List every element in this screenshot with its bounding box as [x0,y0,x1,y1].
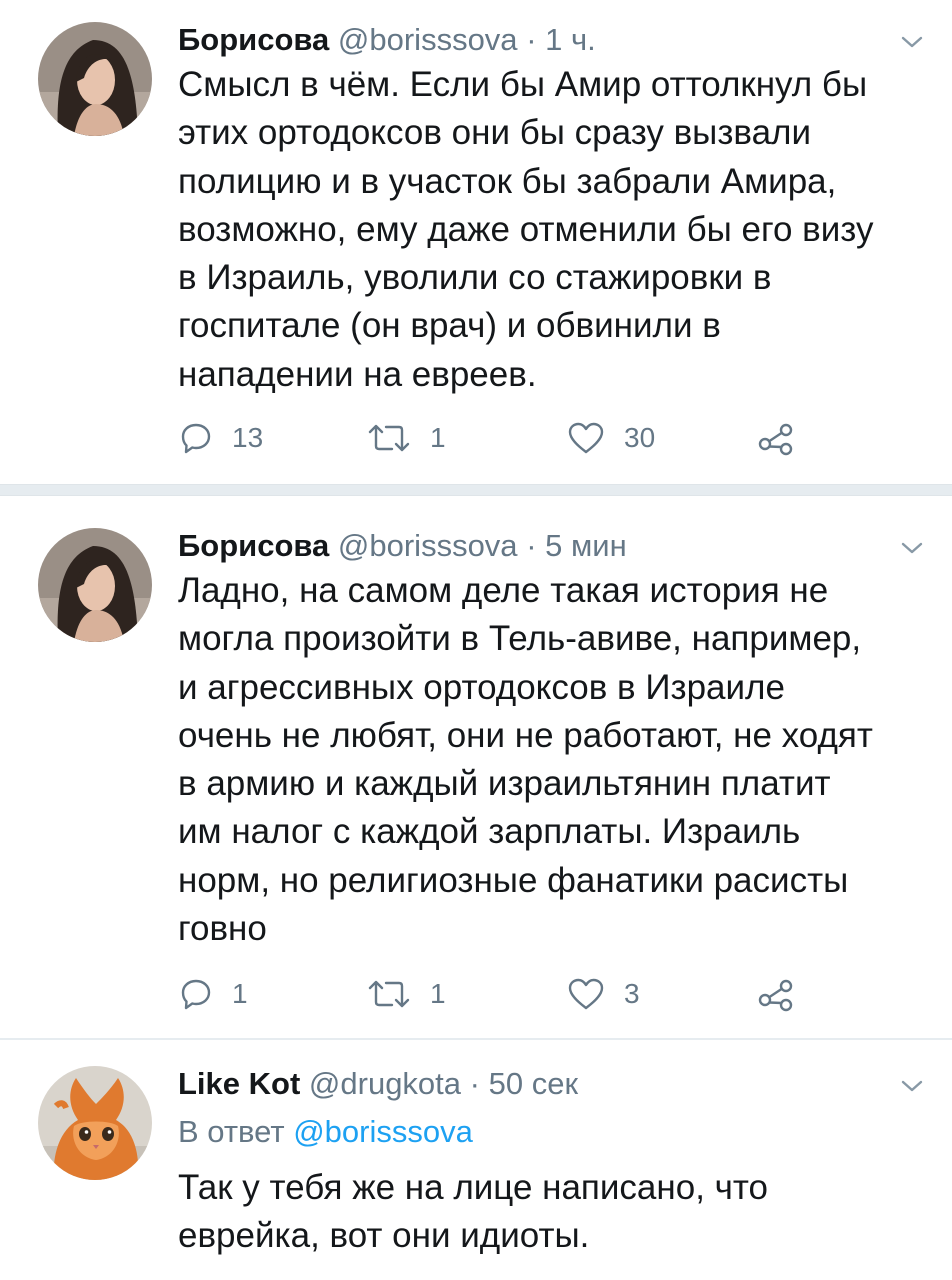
reply-prefix: В ответ [178,1114,285,1149]
separator-dot: · [469,1066,480,1101]
share-button[interactable] [756,974,796,1014]
tweet-text-line: полицию и в участок бы забрали Амира, [178,161,837,201]
separator-dot: · [526,528,537,563]
avatar[interactable] [38,528,152,642]
tweet[interactable]: Борисова @borisssova · 1 ч. Смысл в чём.… [0,0,952,484]
tweet-text: Ладно, на самом деле такая история не мо… [178,567,928,953]
like-count: 30 [624,422,656,453]
like-button[interactable]: 30 [566,418,655,458]
tweet-text-line: этих ортодоксов они бы сразу вызвали [178,113,812,153]
tweet-header: Борисова @borisssova · 5 мин [178,526,627,566]
heart-icon [568,978,604,1010]
reply-button[interactable]: 1 [178,974,248,1014]
tweet-text-line: говно [178,909,267,949]
timestamp[interactable]: 5 мин [545,528,627,563]
display-name[interactable]: Борисова [178,22,329,57]
user-handle[interactable]: @drugkota [309,1066,461,1101]
tweet-text: Смысл в чём. Если бы Амир оттолкнул бы э… [178,61,928,399]
tweet-text-line: и агрессивных ортодоксов в Израиле [178,667,785,707]
retweet-icon [368,980,410,1008]
tweet-text-line: им налог с каждой зарплаты. Израиль [178,812,801,852]
retweet-count: 1 [430,422,446,453]
display-name[interactable]: Like Kot [178,1066,300,1101]
like-button[interactable]: 3 [566,974,640,1014]
user-handle[interactable]: @borisssova [338,528,518,563]
retweet-icon [368,424,410,452]
tweet-actions: 13 1 30 [178,418,878,458]
user-handle[interactable]: @borisssova [338,22,518,57]
tweet-text-line: еврейка, вот они идиоты. [178,1216,590,1256]
chevron-down-icon[interactable] [898,32,926,52]
avatar[interactable] [38,1066,152,1180]
tweet-text: Так у тебя же на лице написано, что евре… [178,1164,928,1261]
tweet-text-line: Ладно, на самом деле такая история не [178,571,829,610]
retweet-button[interactable]: 1 [366,974,446,1014]
tweet-text-line: могла произойти в Тель-авиве, например, [178,619,862,659]
avatar[interactable] [38,22,152,136]
tweet-text-line: Так у тебя же на лице написано, что [178,1168,768,1207]
tweet[interactable]: Борисова @borisssova · 5 мин Ладно, на с… [0,496,952,1038]
tweet-text-line: нападении на евреев. [178,354,537,394]
tweet-text-line: в армию и каждый израильтянин платит [178,764,831,804]
share-button[interactable] [756,418,796,458]
tweet-text-line: возможно, ему даже отменили бы его визу [178,209,874,249]
tweet-text-line: госпитале (он врач) и обвинили в [178,306,721,346]
chevron-down-icon[interactable] [898,1076,926,1096]
timestamp[interactable]: 1 ч. [545,22,596,57]
tweet-header: Борисова @borisssova · 1 ч. [178,20,596,60]
heart-icon [568,422,604,454]
reply-to-handle[interactable]: @borisssova [293,1114,473,1149]
tweet-text-line: Смысл в чём. Если бы Амир оттолкнул бы [178,65,868,104]
reply-icon [181,979,211,1010]
separator-dot: · [526,22,537,57]
reply-count: 1 [232,978,248,1009]
tweet-text-line: в Израиль, уволили со стажировки в [178,258,772,298]
tweet-header: Like Kot @drugkota · 50 сек [178,1064,578,1104]
retweet-button[interactable]: 1 [366,418,446,458]
tweet-text-line: норм, но религиозные фанатики расисты [178,860,849,900]
section-separator [0,484,952,496]
share-icon [758,423,793,456]
tweet-text-line: очень не любят, они не работают, не ходя… [178,715,873,755]
tweet-actions: 1 1 3 [178,974,878,1014]
chevron-down-icon[interactable] [898,538,926,558]
share-icon [758,979,793,1012]
display-name[interactable]: Борисова [178,528,329,563]
like-count: 3 [624,978,640,1009]
tweet[interactable]: Like Kot @drugkota · 50 сек В ответ @bor… [0,1040,952,1280]
reply-button[interactable]: 13 [178,418,263,458]
retweet-count: 1 [430,978,446,1009]
timestamp[interactable]: 50 сек [489,1066,578,1101]
reply-icon [181,423,211,454]
reply-context: В ответ @borisssova [178,1112,473,1152]
reply-count: 13 [232,422,264,453]
